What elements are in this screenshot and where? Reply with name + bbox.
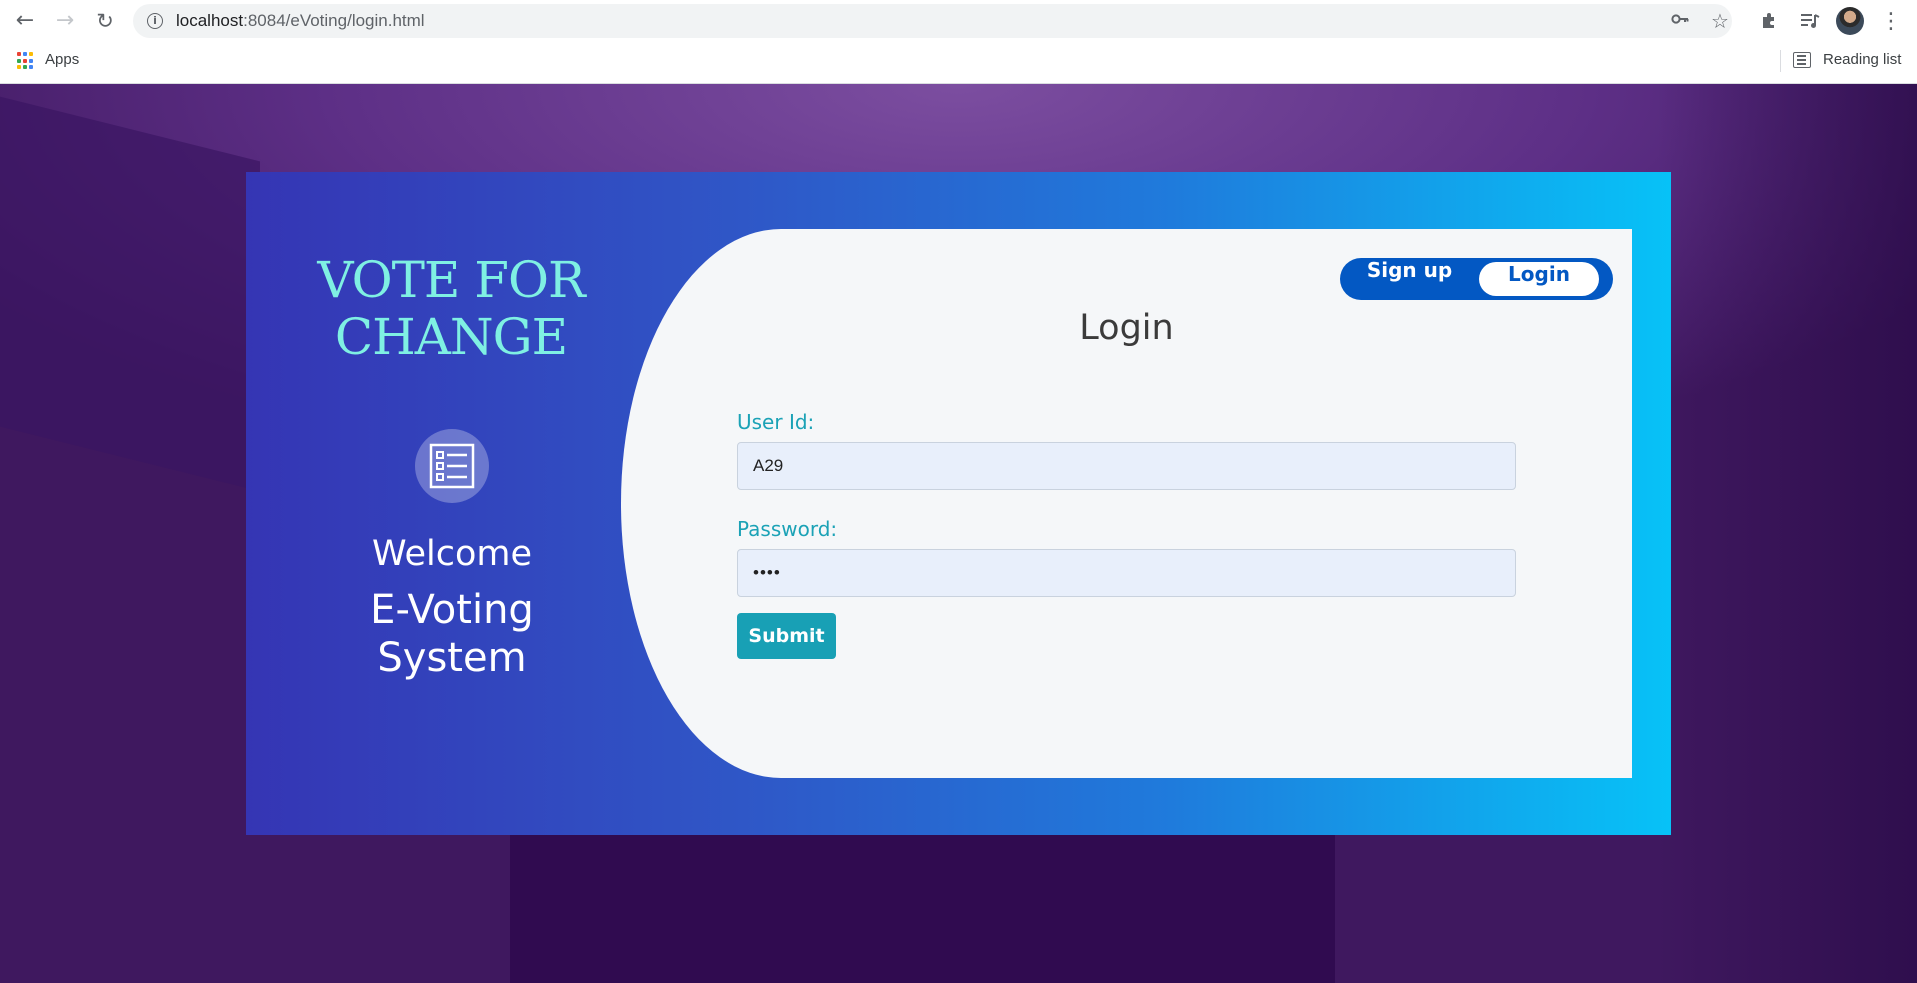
brand-line-1: VOTE FOR: [317, 251, 585, 309]
login-toggle-button[interactable]: Login: [1479, 262, 1599, 296]
bookmark-star-icon[interactable]: ☆: [1708, 9, 1732, 33]
media-queue-icon[interactable]: [1795, 6, 1825, 36]
system-line-2: System: [377, 635, 527, 681]
bookmarks-bar: Apps Reading list: [0, 46, 1917, 76]
background-shade: [1657, 84, 1917, 983]
site-info-icon[interactable]: i: [147, 13, 163, 29]
brand-line-2: CHANGE: [334, 308, 568, 366]
submit-button[interactable]: Submit: [737, 613, 836, 659]
url-host: localhost: [176, 11, 244, 30]
forward-icon[interactable]: →: [50, 6, 80, 36]
reading-list-button[interactable]: Reading list: [1823, 51, 1901, 68]
address-bar[interactable]: i localhost:8084/eVoting/login.html ☆: [133, 4, 1732, 38]
auth-mode-toggle: Sign up Login: [1340, 258, 1613, 300]
page-background: VOTE FOR CHANGE Welcome E-Voting System: [0, 84, 1917, 983]
background-shape: [0, 86, 260, 492]
password-label: Password:: [737, 517, 838, 541]
system-name: E-Voting System: [306, 586, 598, 682]
welcome-heading: Welcome: [371, 534, 533, 574]
url-text[interactable]: localhost:8084/eVoting/login.html: [176, 11, 425, 31]
reading-list-icon[interactable]: [1793, 52, 1811, 68]
brand-title: VOTE FOR CHANGE: [306, 252, 596, 366]
ballot-list-icon: [415, 429, 489, 503]
form-title: Login: [1079, 308, 1174, 348]
bookmarks-divider: [1780, 50, 1781, 72]
apps-grid-icon[interactable]: [17, 52, 35, 70]
password-input[interactable]: [737, 549, 1516, 597]
signup-toggle-button[interactable]: Sign up: [1340, 258, 1479, 300]
userid-input[interactable]: [737, 442, 1516, 490]
menu-kebab-icon[interactable]: ⋮: [1876, 6, 1906, 36]
userid-label: User Id:: [737, 410, 815, 434]
welcome-panel: VOTE FOR CHANGE Welcome E-Voting System: [246, 172, 666, 835]
url-path: :8084/eVoting/login.html: [243, 11, 425, 30]
back-icon[interactable]: ←: [10, 6, 40, 36]
profile-avatar[interactable]: [1836, 7, 1864, 35]
apps-bookmark[interactable]: Apps: [45, 51, 79, 68]
extensions-icon[interactable]: [1754, 6, 1784, 36]
system-line-1: E-Voting: [370, 587, 534, 633]
login-card: VOTE FOR CHANGE Welcome E-Voting System: [246, 172, 1671, 835]
browser-chrome: ← → ↻ i localhost:8084/eVoting/login.htm…: [0, 0, 1917, 84]
reload-icon[interactable]: ↻: [90, 6, 120, 36]
password-key-icon[interactable]: [1668, 9, 1692, 33]
